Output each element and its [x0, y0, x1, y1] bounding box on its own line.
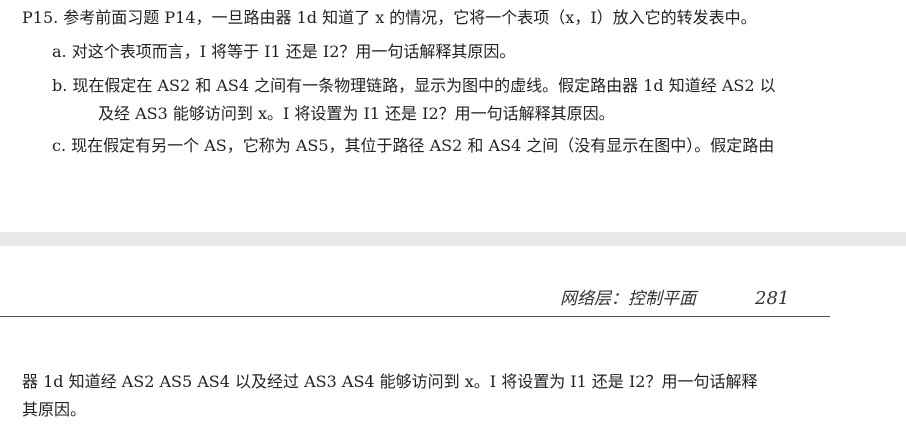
question-item-b-line2: 及经 AS3 能够访问到 x。I 将设置为 I1 还是 I2？用一句话解释其原因…: [98, 104, 615, 123]
question-item-b-line1: b. 现在假定在 AS2 和 AS4 之间有一条物理链路，显示为图中的虚线。假定…: [52, 76, 776, 95]
question-item-c-continuation-line1: 器 1d 知道经 AS2 AS5 AS4 以及经过 AS3 AS4 能够访问到 …: [22, 372, 758, 391]
question-item-c: c. 现在假定有另一个 AS，它称为 AS5，其位于路径 AS2 和 AS4 之…: [52, 136, 775, 155]
page-number: 281: [755, 288, 790, 309]
upper-page: P15. 参考前面习题 P14，一旦路由器 1d 知道了 x 的情况，它将一个表…: [0, 0, 906, 232]
problem-p15-statement: P15. 参考前面习题 P14，一旦路由器 1d 知道了 x 的情况，它将一个表…: [22, 8, 757, 27]
question-item-c-continuation-line2: 其原因。: [22, 400, 87, 419]
lower-page: [0, 246, 906, 425]
header-rule: [0, 316, 830, 317]
chapter-title: 网络层：控制平面: [560, 289, 696, 309]
page-gutter: [0, 232, 906, 246]
question-item-a: a. 对这个表项而言，I 将等于 I1 还是 I2？用一句话解释其原因。: [52, 42, 516, 61]
running-header: 网络层：控制平面 281: [560, 287, 820, 311]
